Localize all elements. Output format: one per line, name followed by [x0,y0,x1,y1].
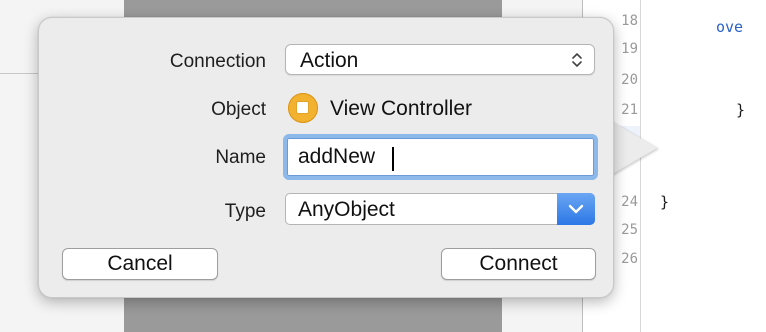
object-label: Object [211,99,266,120]
line-number: 21 [621,102,638,118]
connection-label: Connection [169,51,266,72]
name-field-focus-ring[interactable] [283,134,598,180]
code-closing-brace-inner: } [736,101,746,119]
code-closing-brace-outer: } [660,193,670,211]
code-keyword-override: ove [716,18,744,36]
popover-arrow [609,120,657,176]
text-caret [392,147,394,171]
object-value: View Controller [330,97,473,120]
canvas-guide-line [0,73,40,74]
type-dropdown-button[interactable] [557,193,595,225]
line-number: 25 [621,222,638,238]
name-input[interactable] [287,138,594,176]
type-select[interactable]: AnyObject [285,193,595,225]
scene-frame-bottom[interactable] [124,296,502,332]
up-down-chevron-icon [572,53,582,67]
connection-select-value: Action [300,49,359,72]
type-select-value: AnyObject [298,198,395,221]
line-number: 19 [621,41,638,57]
line-number: 18 [621,13,638,29]
line-number: 20 [621,72,638,88]
code-editor[interactable] [641,0,766,332]
line-number: 26 [621,251,638,267]
name-label: Name [215,147,266,168]
line-number: 24 [621,194,638,210]
connection-select[interactable]: Action [285,44,595,75]
view-controller-icon [288,93,318,123]
connect-button[interactable]: Connect [441,248,596,280]
type-label: Type [224,201,266,222]
cancel-button[interactable]: Cancel [62,248,218,280]
view-controller-icon-glyph [296,101,309,114]
chevron-down-icon [568,204,584,214]
